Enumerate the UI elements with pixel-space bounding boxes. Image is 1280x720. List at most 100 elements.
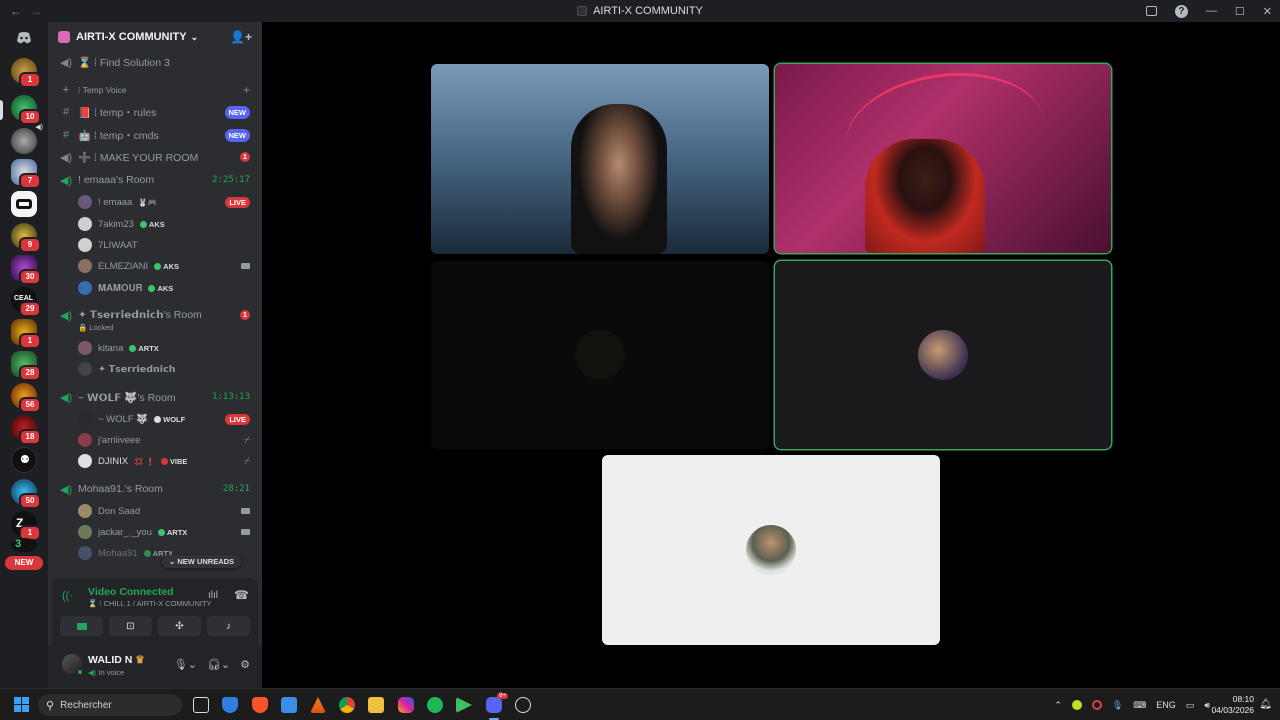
- tray-app-icon[interactable]: [1091, 700, 1102, 710]
- task-view-icon[interactable]: [193, 697, 209, 713]
- activities-button[interactable]: ✣: [158, 616, 201, 636]
- chevron-up-icon[interactable]: ⌃: [1054, 700, 1062, 711]
- security-shield-icon[interactable]: [222, 697, 238, 713]
- video-stage: [262, 22, 1280, 688]
- screen-share-button[interactable]: ⊡: [109, 616, 152, 636]
- title-bar: ← → AIRTI-X COMMUNITY ? — ☐ ✕: [0, 0, 1280, 22]
- media-player-icon[interactable]: [456, 697, 472, 713]
- discord-home-icon[interactable]: [11, 28, 37, 48]
- server-icon[interactable]: Z1: [11, 511, 41, 541]
- channel-temp-cmds[interactable]: # 🤖 ⁞ temp・cmds NEW: [48, 125, 262, 145]
- minimize-button[interactable]: —: [1206, 5, 1217, 17]
- server-icon[interactable]: 18: [11, 415, 41, 445]
- settings-gear-icon[interactable]: ⚙: [240, 658, 250, 671]
- voice-member[interactable]: DJINIX 💢 ❗ VIBE ⌿: [48, 451, 262, 471]
- avatar: [78, 259, 92, 273]
- voice-member[interactable]: j'arriiiveee ⌿: [48, 430, 262, 450]
- store-icon[interactable]: [281, 697, 297, 713]
- voice-member[interactable]: 7LIWAAT: [48, 235, 262, 255]
- network-icon[interactable]: ▭: [1186, 700, 1195, 711]
- category-name: ⁞ Temp Voice: [78, 85, 127, 95]
- locked-label: 🔒 Locked: [78, 323, 114, 332]
- soundboard-button[interactable]: ♪: [207, 616, 250, 636]
- microphone-tray-icon[interactable]: 🎙︎: [1112, 700, 1123, 711]
- close-button[interactable]: ✕: [1263, 5, 1272, 18]
- server-icon[interactable]: CEAL 29: [11, 287, 41, 317]
- taskbar-search[interactable]: ⚲ Rechercher: [38, 694, 182, 716]
- video-tile[interactable]: [775, 261, 1111, 449]
- forward-arrow-icon[interactable]: →: [30, 4, 42, 18]
- new-servers-pill[interactable]: NEW: [5, 556, 43, 570]
- windows-start-icon[interactable]: [14, 697, 29, 712]
- video-tile[interactable]: [775, 64, 1111, 253]
- video-tile[interactable]: [602, 455, 940, 645]
- noise-suppression-icon[interactable]: ılıl: [208, 590, 218, 601]
- tray-app-icon[interactable]: [1071, 700, 1082, 710]
- inbox-icon[interactable]: [1145, 6, 1157, 16]
- channel-wolf-room[interactable]: ◀) ~ 𝗪𝗢𝗟𝗙 🐺's Room 1:13:13: [48, 387, 262, 407]
- maximize-button[interactable]: ☐: [1235, 5, 1245, 18]
- voice-status[interactable]: Video Connected: [88, 586, 174, 598]
- help-icon[interactable]: ?: [1174, 4, 1188, 18]
- back-arrow-icon[interactable]: ←: [10, 4, 22, 18]
- server-icon[interactable]: ◀): [11, 124, 43, 154]
- server-icon[interactable]: 1: [11, 319, 41, 349]
- server-icon[interactable]: 10: [11, 95, 41, 125]
- notification-bell-icon[interactable]: 🔔︎: [1259, 699, 1272, 710]
- voice-member[interactable]: ! emaaa 🐰🎮 LIVE: [48, 192, 262, 212]
- brave-browser-icon[interactable]: [252, 697, 268, 713]
- system-clock[interactable]: 08:10 04/03/2026: [1211, 694, 1254, 716]
- server-icon[interactable]: 3: [11, 538, 37, 552]
- video-tile[interactable]: [431, 261, 769, 449]
- voice-member[interactable]: ~ WOLF 🐺 WOLF LIVE: [48, 409, 262, 429]
- disconnect-icon[interactable]: ☎: [234, 588, 249, 602]
- unread-badge: 7: [19, 173, 41, 189]
- server-icon[interactable]: 1: [11, 58, 41, 88]
- voice-member[interactable]: ✦ 𝗧𝘀𝗲𝗿𝗿𝗶𝗲𝗱𝗻𝗶𝗰𝗵: [48, 359, 262, 379]
- voice-channel-label[interactable]: ⌛ ⁞ CHILL 1 / AIRTI-X COMMUNITY: [88, 599, 212, 608]
- new-unreads-button[interactable]: ⌄ NEW UNREADS: [162, 555, 242, 568]
- file-explorer-icon[interactable]: [368, 697, 384, 713]
- server-icon[interactable]: 7: [11, 159, 41, 189]
- server-icon[interactable]: [11, 191, 37, 217]
- voice-member[interactable]: ELMEZIANI AKS: [48, 256, 262, 276]
- channel-emaaa-room[interactable]: ◀) ! emaaa's Room 2:25:17: [48, 170, 262, 190]
- server-icon[interactable]: 30: [11, 255, 41, 285]
- channel-mohaa-room[interactable]: ◀) Mohaa91.'s Room 28:21: [48, 479, 262, 499]
- server-icon[interactable]: 56: [11, 383, 41, 413]
- voice-member[interactable]: jackar_._you ARTX: [48, 522, 262, 542]
- vlc-icon[interactable]: [310, 697, 326, 713]
- create-channel-icon[interactable]: +: [243, 83, 250, 97]
- game-launcher-icon[interactable]: [515, 697, 531, 713]
- channel-temp-rules[interactable]: # 📕 ⁞ temp・rules NEW: [48, 102, 262, 122]
- server-icon[interactable]: 9: [11, 223, 41, 253]
- video-tile[interactable]: [431, 64, 769, 254]
- invite-people-icon[interactable]: 👤+: [230, 30, 252, 44]
- voice-member[interactable]: Don Saad: [48, 501, 262, 521]
- discord-taskbar-icon[interactable]: 9+: [486, 693, 508, 713]
- user-avatar[interactable]: [62, 654, 84, 676]
- channel-find-solution[interactable]: ◀) ⌛ ⁞ Find Solution 3: [48, 52, 262, 72]
- spotify-icon[interactable]: [427, 697, 443, 713]
- channel-tserriednich-room[interactable]: ◀) ✦ 𝗧𝘀𝗲𝗿𝗿𝗶𝗲𝗱𝗻𝗶𝗰𝗵's Room 1: [48, 305, 262, 325]
- instagram-icon[interactable]: [398, 697, 414, 713]
- server-icon[interactable]: 50: [11, 479, 41, 509]
- microphone-icon[interactable]: 🎙︎⌄: [174, 658, 197, 671]
- keyboard-icon[interactable]: ⌨: [1133, 700, 1146, 711]
- server-header[interactable]: AIRTI-X COMMUNITY ⌄ 👤+: [48, 22, 262, 52]
- chrome-icon[interactable]: [339, 697, 355, 713]
- member-name: ✦ 𝗧𝘀𝗲𝗿𝗿𝗶𝗲𝗱𝗻𝗶𝗰𝗵: [98, 363, 176, 375]
- camera-button[interactable]: [60, 616, 103, 636]
- category-temp-voice[interactable]: + ⁞ Temp Voice +: [48, 83, 262, 97]
- channel-make-your-room[interactable]: ◀) ➕ ⁞ MAKE YOUR ROOM 1: [48, 147, 262, 167]
- signal-icon[interactable]: ((·: [62, 590, 73, 602]
- voice-member[interactable]: 7akim23 AKS: [48, 214, 262, 234]
- language-indicator[interactable]: ENG: [1156, 700, 1176, 710]
- server-icon[interactable]: 28: [11, 351, 41, 381]
- volume-icon[interactable]: 🔊︎: [1204, 700, 1210, 711]
- user-name[interactable]: WALID N ♛: [88, 654, 145, 666]
- headphones-icon[interactable]: 🎧︎⌄: [207, 658, 230, 671]
- voice-member[interactable]: kitana ARTX: [48, 338, 262, 358]
- voice-member[interactable]: 𝐌𝐀𝐌𝐎𝐔𝐑 AKS: [48, 278, 262, 298]
- server-icon[interactable]: ⚉: [11, 447, 37, 473]
